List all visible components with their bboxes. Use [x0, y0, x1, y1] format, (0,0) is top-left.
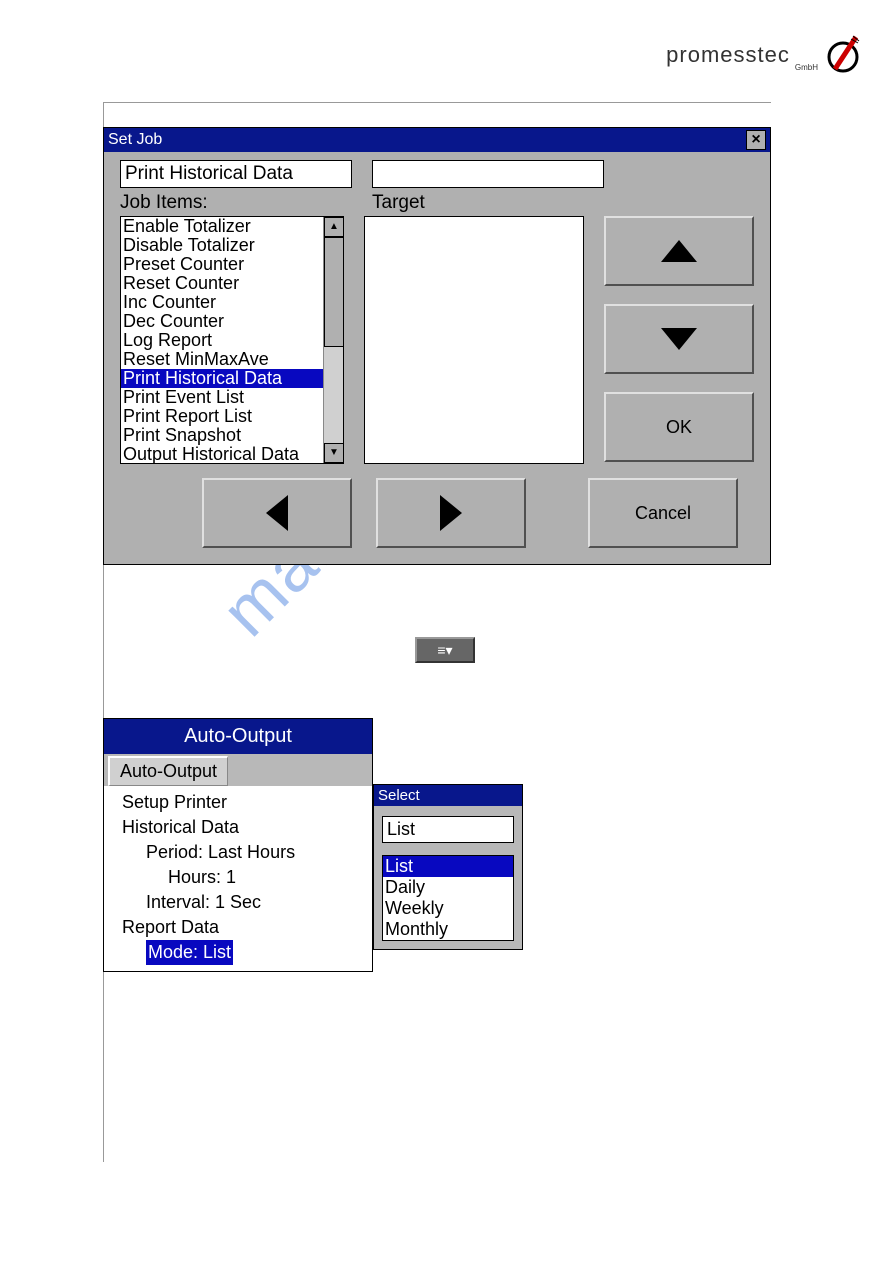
triangle-down-icon — [661, 328, 697, 350]
tree-item[interactable]: Period: Last Hours — [110, 840, 366, 865]
ok-button[interactable]: OK — [604, 392, 754, 462]
select-option[interactable]: Daily — [383, 877, 513, 898]
list-item[interactable]: Reset MinMaxAve — [121, 350, 343, 369]
list-item[interactable]: Print Report List — [121, 407, 343, 426]
logo-subtext: GmbH — [795, 63, 818, 72]
triangle-up-icon — [661, 240, 697, 262]
list-item[interactable]: Print Historical Data — [121, 369, 343, 388]
tree-item[interactable]: Setup Printer — [110, 790, 366, 815]
logo-icon — [823, 35, 863, 75]
tree-item[interactable]: Historical Data — [110, 815, 366, 840]
move-down-button[interactable] — [604, 304, 754, 374]
logo: promesstec GmbH — [666, 35, 863, 75]
tree-item[interactable]: Interval: 1 Sec — [110, 890, 366, 915]
list-item[interactable]: Print Snapshot — [121, 426, 343, 445]
job-items-label: Job Items: — [120, 192, 352, 214]
triangle-right-icon — [440, 495, 462, 531]
list-item[interactable]: Preset Counter — [121, 255, 343, 274]
select-option[interactable]: Monthly — [383, 919, 513, 940]
list-item[interactable]: Log Report — [121, 331, 343, 350]
scrollbar[interactable]: ▲ ▼ — [323, 217, 343, 463]
menu-button[interactable]: ≡▾ — [415, 637, 475, 663]
list-item[interactable]: Reset Counter — [121, 274, 343, 293]
target-input[interactable] — [372, 160, 604, 188]
list-item[interactable]: Enable Totalizer — [121, 217, 343, 236]
tree-item[interactable]: Hours: 1 — [110, 865, 366, 890]
prev-button[interactable] — [202, 478, 352, 548]
auto-output-tree: Setup PrinterHistorical DataPeriod: Last… — [104, 786, 372, 971]
next-button[interactable] — [376, 478, 526, 548]
scroll-down-icon[interactable]: ▼ — [324, 443, 344, 463]
select-title: Select — [374, 785, 522, 806]
dialog-title: Set Job — [108, 131, 162, 149]
select-panel: Select List ListDailyWeeklyMonthly — [373, 784, 523, 950]
auto-output-tab[interactable]: Auto-Output — [108, 756, 228, 786]
list-item[interactable]: Disable Totalizer — [121, 236, 343, 255]
list-item[interactable]: Inc Counter — [121, 293, 343, 312]
triangle-left-icon — [266, 495, 288, 531]
close-button[interactable]: × — [746, 130, 766, 150]
scroll-thumb[interactable] — [324, 237, 344, 347]
select-listbox[interactable]: ListDailyWeeklyMonthly — [382, 855, 514, 941]
move-up-button[interactable] — [604, 216, 754, 286]
tree-item[interactable]: Mode: List — [110, 940, 366, 965]
select-option[interactable]: Weekly — [383, 898, 513, 919]
auto-output-title: Auto-Output — [104, 719, 372, 754]
list-item[interactable]: Output Historical Data — [121, 445, 343, 464]
scroll-up-icon[interactable]: ▲ — [324, 217, 344, 237]
logo-text: promesstec — [666, 42, 790, 68]
job-items-listbox[interactable]: Enable TotalizerDisable TotalizerPreset … — [120, 216, 344, 464]
select-value[interactable]: List — [382, 816, 514, 843]
select-option[interactable]: List — [383, 856, 513, 877]
list-item[interactable]: Dec Counter — [121, 312, 343, 331]
list-item[interactable]: Print Event List — [121, 388, 343, 407]
job-name-input[interactable] — [120, 160, 352, 188]
auto-output-panel: Auto-Output Auto-Output Setup PrinterHis… — [103, 718, 373, 972]
target-listbox[interactable] — [364, 216, 584, 464]
titlebar: Set Job × — [104, 128, 770, 152]
target-label: Target — [372, 192, 425, 214]
cancel-button[interactable]: Cancel — [588, 478, 738, 548]
tree-item[interactable]: Report Data — [110, 915, 366, 940]
set-job-dialog: Set Job × Job Items: Target Enable Total… — [103, 127, 771, 565]
